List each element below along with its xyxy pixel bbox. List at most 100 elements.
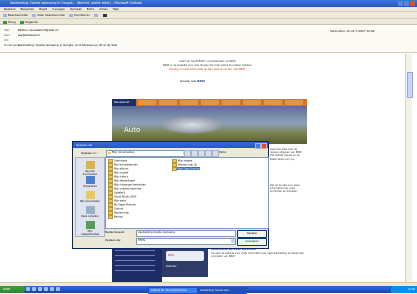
- place-my-computer[interactable]: Deze computer: [79, 205, 101, 219]
- menu-item-file[interactable]: Bestand: [4, 7, 15, 11]
- nav-item-newsletter[interactable]: Nieuwsbrief: [112, 99, 136, 106]
- chevron-down-icon[interactable]: [231, 239, 235, 243]
- folder-item[interactable]: Mijn video's: [108, 175, 128, 180]
- back-icon[interactable]: [184, 150, 191, 157]
- from-row: Van: BZW.nl (nieuwsbrief@bzw.nl): [4, 28, 59, 32]
- start-button[interactable]: start: [0, 286, 25, 293]
- folder-item[interactable]: Visual Studio 2005: [108, 195, 136, 200]
- nav-item[interactable]: [243, 100, 261, 105]
- folder-item[interactable]: Mijn ontvangen bestanden: [108, 183, 146, 188]
- sidebox-line: [115, 265, 155, 266]
- nav-item[interactable]: [264, 100, 282, 105]
- dialog-titlebar[interactable]: Opslaan als: [73, 142, 268, 149]
- tools-menu[interactable]: Extra: [219, 151, 226, 154]
- menu-item-edit[interactable]: Bewerken: [20, 7, 34, 11]
- brand-text: Goede reis: [180, 79, 197, 83]
- recent-documents-icon: [85, 161, 95, 169]
- menu-item-help[interactable]: Help: [113, 7, 119, 11]
- folder-item[interactable]: Mijn bronbestanden: [108, 163, 138, 168]
- nav-item[interactable]: [201, 100, 219, 105]
- nav-item[interactable]: [222, 100, 240, 105]
- folder-item[interactable]: My Skype Pictures: [108, 203, 136, 208]
- promo-box[interactable]: BZW Kalender: [162, 245, 208, 277]
- folder-item[interactable]: Mijn virtuele machines: [108, 187, 141, 192]
- network-icon: [85, 221, 95, 229]
- folder-item[interactable]: Updater5: [108, 191, 125, 196]
- car-image: [160, 116, 224, 134]
- from-value[interactable]: BZW.nl (nieuwsbrief@bzw.nl): [18, 28, 59, 32]
- maximize-button[interactable]: [404, 1, 409, 6]
- minimize-button[interactable]: [398, 1, 403, 6]
- quicklaunch-icon[interactable]: [44, 287, 48, 291]
- folder-item[interactable]: Mijn shapes: [172, 159, 192, 164]
- folder-item[interactable]: Mijn eBooks: [108, 167, 128, 172]
- message-header: Van: BZW.nl (nieuwsbrief@bzw.nl) Aan: lea@…: [0, 26, 417, 53]
- menu-item-tools[interactable]: Extra: [87, 7, 94, 11]
- folder-item[interactable]: Backup: [108, 215, 123, 220]
- scrollbar-thumb[interactable]: [407, 72, 413, 98]
- folder-item[interactable]: Nieuwe map: [108, 211, 129, 216]
- place-desktop[interactable]: Bureaublad: [79, 175, 101, 189]
- nav-item[interactable]: [285, 100, 303, 105]
- menu-item-actions[interactable]: Acties: [99, 7, 107, 11]
- menu-item-format[interactable]: Opmaak: [70, 7, 82, 11]
- reply-icon: [3, 13, 7, 17]
- quicklaunch-icon[interactable]: [50, 287, 54, 291]
- folder-item-selected[interactable]: Mijn Data Sources: [172, 167, 200, 172]
- promo-logo: BZW: [168, 254, 175, 257]
- nav-item[interactable]: [180, 100, 198, 105]
- quicklaunch-icon[interactable]: [26, 287, 30, 291]
- quicklaunch-icon[interactable]: [32, 287, 36, 291]
- menu-item-insert[interactable]: Invoegen: [52, 7, 65, 11]
- my-documents-icon: [85, 191, 95, 199]
- new-folder-icon[interactable]: [212, 150, 219, 157]
- vertical-scrollbar[interactable]: [405, 54, 413, 282]
- quicklaunch-icon[interactable]: [56, 287, 60, 291]
- menu-item-view[interactable]: Beeld: [39, 7, 47, 11]
- place-my-documents[interactable]: Mijn documenten: [79, 190, 101, 204]
- dialog-close-button[interactable]: [261, 143, 267, 149]
- dialog-title: Opslaan als: [76, 143, 93, 147]
- banner-label: Auto: [124, 126, 141, 134]
- folder-item[interactable]: Mijn muziek: [108, 171, 128, 176]
- nav-item[interactable]: [159, 100, 177, 105]
- folder-item[interactable]: Mijn webs: [108, 199, 126, 204]
- window-titlebar: Aanbieding: Goede oplossing in Google...…: [0, 0, 417, 7]
- reply-button[interactable]: Beantwoorden: [3, 12, 28, 18]
- to-value[interactable]: lea@bezwaar.nl: [18, 33, 40, 37]
- place-recent[interactable]: Recente documenten: [79, 160, 101, 176]
- nav-item[interactable]: [138, 100, 156, 105]
- folder-icon: [108, 215, 113, 220]
- reply-all-button[interactable]: Allen beantwoorden: [32, 12, 65, 18]
- delete-button[interactable]: [102, 12, 108, 18]
- hero-banner[interactable]: Auto: [112, 106, 307, 144]
- forward-button[interactable]: Doorsturen: [69, 12, 90, 18]
- up-folder-icon[interactable]: [191, 150, 198, 157]
- search-web-icon[interactable]: [198, 150, 205, 157]
- cancel-button[interactable]: Annuleren: [237, 238, 267, 246]
- folder-item[interactable]: Nieuwe map (2): [172, 163, 197, 168]
- save-button[interactable]: Opslaan: [237, 230, 267, 238]
- print-button[interactable]: [93, 12, 99, 18]
- brand-logo[interactable]: BZW: [197, 79, 205, 83]
- place-network[interactable]: Mijn netwerklocaties: [79, 220, 101, 236]
- delete-icon: [102, 13, 107, 17]
- quicklaunch-icon[interactable]: [38, 287, 42, 291]
- look-in-dropdown[interactable]: Mijn documenten: [106, 150, 188, 157]
- folder-item[interactable]: Downloads: [108, 159, 127, 164]
- filetype-select[interactable]: HTML: [136, 238, 236, 245]
- places-bar: Recente documenten Bureaublad Mijn docum…: [75, 157, 105, 237]
- filename-input[interactable]: Aanbieding Goede oplossing: [136, 230, 236, 237]
- next-button[interactable]: Volgende: [19, 19, 38, 25]
- folder-item[interactable]: Outlook: [108, 207, 123, 212]
- sidebox-line: [115, 255, 155, 256]
- close-button[interactable]: [410, 1, 415, 6]
- back-arrow-icon: [3, 20, 7, 24]
- folder-item[interactable]: Mijn afbeeldingen: [108, 179, 135, 184]
- back-button[interactable]: Terug: [3, 19, 16, 25]
- delete-icon[interactable]: [205, 150, 212, 157]
- standard-toolbar: Beantwoorden Allen beantwoorden Doorstur…: [0, 12, 417, 19]
- desktop-icon: [85, 176, 95, 184]
- window-title: Aanbieding: Goede oplossing in Google...…: [10, 1, 143, 5]
- forward-arrow-icon: [19, 20, 24, 24]
